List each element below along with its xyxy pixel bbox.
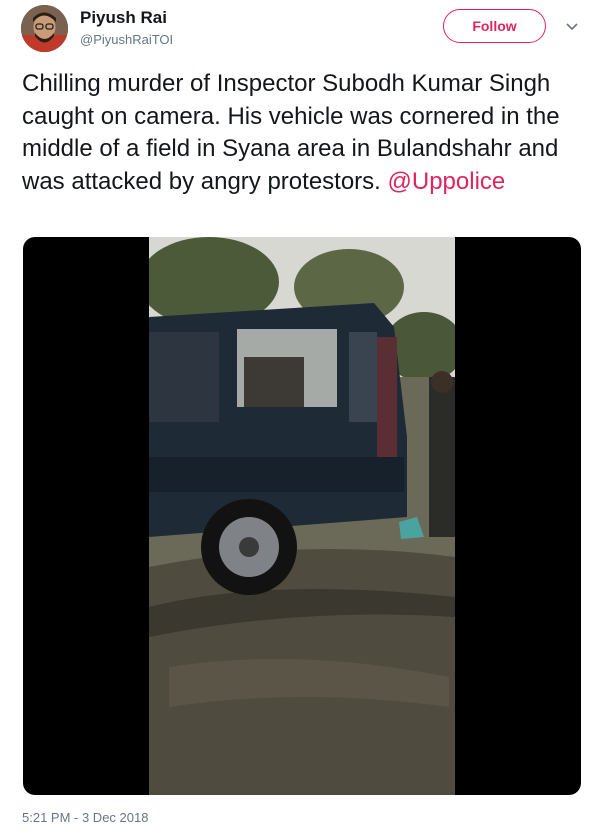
- video-frame: [149, 237, 455, 795]
- tweet-card: Piyush Rai @PiyushRaiTOI Follow Chilling…: [0, 0, 598, 834]
- follow-button[interactable]: Follow: [443, 9, 546, 43]
- chevron-down-icon[interactable]: [565, 20, 579, 32]
- display-name[interactable]: Piyush Rai: [80, 8, 167, 28]
- user-handle[interactable]: @PiyushRaiTOI: [80, 32, 173, 47]
- tweet-timestamp[interactable]: 5:21 PM - 3 Dec 2018: [22, 810, 148, 825]
- tweet-text: Chilling murder of Inspector Subodh Kuma…: [22, 68, 582, 198]
- mention-link[interactable]: @Uppolice: [388, 168, 506, 195]
- avatar-image: [21, 5, 68, 52]
- video-player[interactable]: [23, 237, 581, 795]
- avatar[interactable]: [21, 5, 68, 52]
